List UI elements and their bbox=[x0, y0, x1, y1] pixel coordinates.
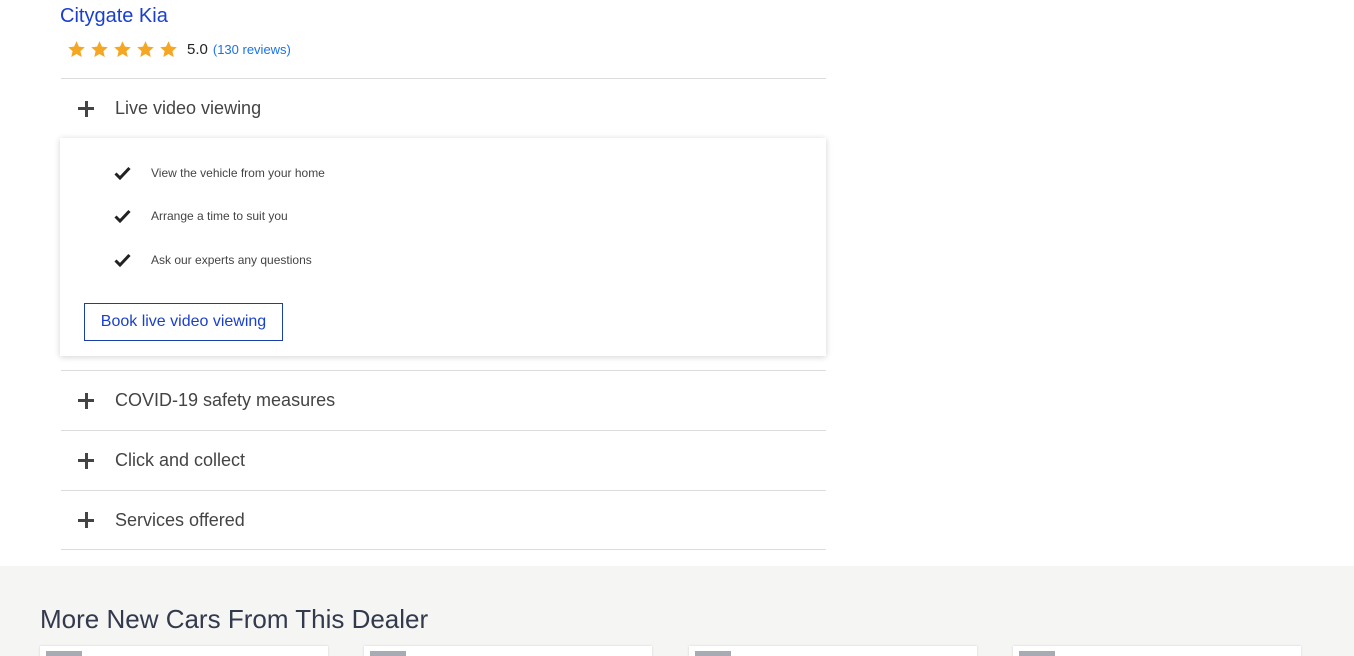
dealer-accordion: Live video viewing View the vehicle from… bbox=[60, 78, 826, 550]
star-icon bbox=[90, 40, 109, 59]
feature-text: Ask our experts any questions bbox=[151, 253, 312, 267]
plus-icon bbox=[78, 512, 94, 528]
plus-icon bbox=[78, 392, 94, 409]
list-item: View the vehicle from your home bbox=[114, 164, 325, 182]
accordion-label: COVID-19 safety measures bbox=[115, 390, 336, 410]
dealer-rating: 5.0 (130 reviews) bbox=[67, 38, 291, 60]
accordion-live-video-viewing[interactable]: Live video viewing bbox=[61, 78, 826, 138]
car-thumbnail bbox=[1019, 651, 1055, 656]
more-cars-section: More New Cars From This Dealer bbox=[0, 566, 1354, 656]
dealer-name-link[interactable]: Citygate Kia bbox=[60, 5, 168, 27]
live-video-panel: View the vehicle from your home Arrange … bbox=[60, 138, 826, 356]
car-thumbnail bbox=[370, 651, 406, 656]
star-icon bbox=[67, 40, 86, 59]
car-card[interactable] bbox=[364, 646, 652, 656]
accordion-label: Services offered bbox=[115, 509, 245, 530]
check-icon bbox=[114, 166, 131, 180]
car-thumbnail bbox=[695, 651, 731, 656]
star-icon bbox=[159, 40, 178, 59]
accordion-services-offered[interactable]: Services offered bbox=[61, 490, 826, 550]
check-icon bbox=[114, 253, 131, 267]
page: Citygate Kia 5.0 (130 reviews) Live vide… bbox=[0, 0, 1354, 656]
feature-list: View the vehicle from your home Arrange … bbox=[114, 165, 325, 269]
feature-text: Arrange a time to suit you bbox=[151, 209, 288, 223]
reviews-link[interactable]: (130 reviews) bbox=[213, 42, 291, 57]
section-title: More New Cars From This Dealer bbox=[40, 604, 429, 634]
accordion-label: Click and collect bbox=[115, 450, 246, 470]
check-icon bbox=[114, 209, 131, 223]
car-card[interactable] bbox=[689, 646, 977, 656]
car-thumbnail bbox=[46, 651, 82, 656]
accordion-label: Live video viewing bbox=[115, 98, 262, 118]
plus-icon bbox=[78, 452, 94, 469]
accordion-click-and-collect[interactable]: Click and collect bbox=[61, 430, 826, 490]
rating-value: 5.0 bbox=[187, 40, 208, 58]
car-card[interactable] bbox=[40, 646, 328, 656]
star-icon bbox=[136, 40, 155, 59]
book-live-video-button[interactable]: Book live video viewing bbox=[84, 303, 283, 341]
list-item: Ask our experts any questions bbox=[114, 251, 325, 269]
star-icon bbox=[113, 40, 132, 59]
plus-icon bbox=[78, 100, 94, 117]
accordion-covid-safety[interactable]: COVID-19 safety measures bbox=[61, 370, 826, 430]
list-item: Arrange a time to suit you bbox=[114, 207, 325, 225]
feature-text: View the vehicle from your home bbox=[151, 166, 325, 180]
car-card[interactable] bbox=[1013, 646, 1301, 656]
star-rating bbox=[67, 40, 178, 59]
